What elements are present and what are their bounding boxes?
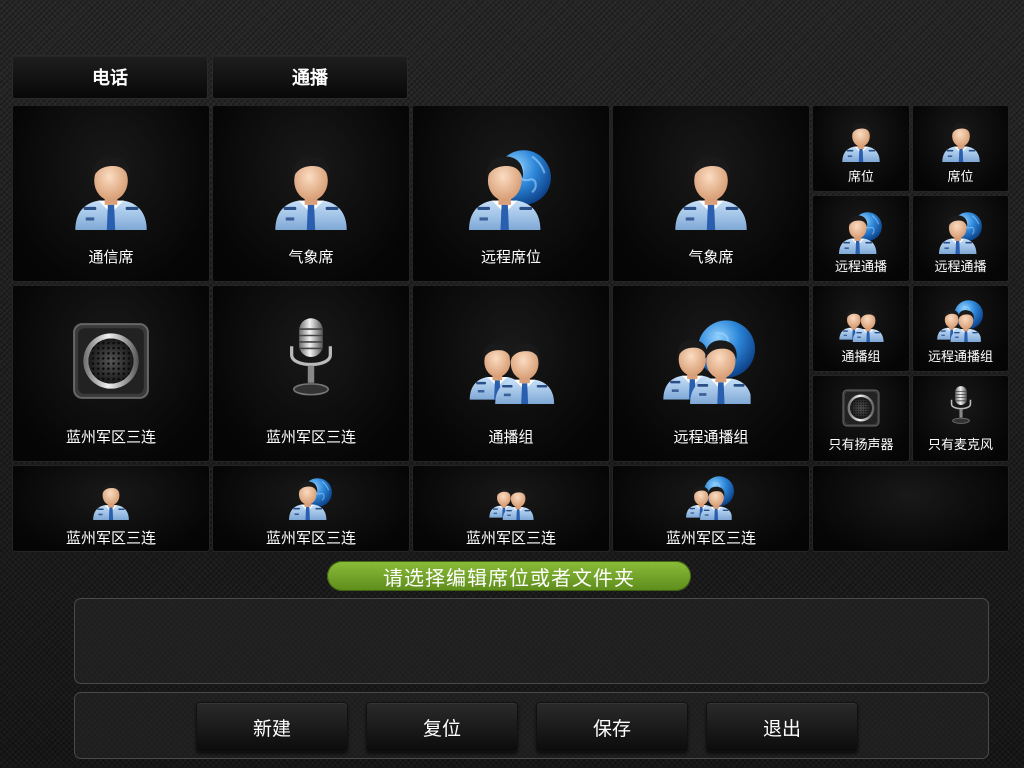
seat-label: 席位 bbox=[847, 170, 874, 185]
seat-label: 气象席 bbox=[688, 248, 734, 266]
seat-label: 远程通播 bbox=[934, 260, 987, 275]
officer-icon bbox=[69, 146, 153, 230]
seat-microphone[interactable]: 蓝州军区三连 bbox=[212, 285, 410, 462]
microphone-icon bbox=[268, 314, 354, 400]
officer-icon bbox=[939, 118, 983, 162]
remote-officer-icon bbox=[837, 210, 885, 254]
tab-phone[interactable]: 电话 bbox=[12, 55, 208, 99]
seat-label: 蓝州军区三连 bbox=[265, 428, 356, 446]
reset-button-label: 复位 bbox=[422, 717, 461, 740]
seat-label: 通播组 bbox=[841, 350, 881, 365]
remote-group-icon bbox=[663, 316, 759, 404]
folder-cell-1[interactable]: 蓝州军区三连 bbox=[12, 465, 210, 552]
group-icon bbox=[487, 476, 535, 520]
seat-label: 蓝州军区三连 bbox=[465, 529, 556, 547]
seat-label: 远程通播 bbox=[834, 260, 887, 275]
folder-cell-2[interactable]: 蓝州军区三连 bbox=[212, 465, 410, 552]
seat-label: 气象席 bbox=[288, 248, 334, 266]
folder-cell-3[interactable]: 蓝州军区三连 bbox=[412, 465, 610, 552]
exit-button[interactable]: 退出 bbox=[706, 702, 858, 752]
seat-label: 蓝州军区三连 bbox=[65, 428, 156, 446]
remote-group-icon bbox=[686, 474, 736, 520]
tab-phone-label: 电话 bbox=[92, 68, 128, 89]
remote-officer-icon bbox=[287, 476, 335, 520]
group-icon bbox=[465, 320, 557, 404]
hint-banner: 请选择编辑席位或者文件夹 bbox=[327, 561, 691, 591]
tab-broadcast[interactable]: 通播 bbox=[212, 55, 408, 99]
folder-cell-4[interactable]: 蓝州军区三连 bbox=[612, 465, 810, 552]
seat-label: 只有麦克风 bbox=[927, 438, 993, 453]
seat-label: 席位 bbox=[947, 170, 974, 185]
seat-label: 远程席位 bbox=[480, 248, 541, 266]
seat-label: 通信席 bbox=[88, 248, 134, 266]
tab-broadcast-label: 通播 bbox=[292, 68, 328, 89]
seat-label: 只有扬声器 bbox=[828, 438, 894, 453]
small-group[interactable]: 通播组 bbox=[812, 285, 910, 372]
seat-weather-2[interactable]: 气象席 bbox=[612, 105, 810, 282]
save-button-label: 保存 bbox=[592, 717, 631, 740]
small-speaker-only[interactable]: 只有扬声器 bbox=[812, 375, 910, 462]
microphone-icon bbox=[940, 384, 982, 426]
empty-cell[interactable] bbox=[812, 465, 1009, 552]
seat-speaker[interactable]: 蓝州军区三连 bbox=[12, 285, 210, 462]
small-remote-broadcast-2[interactable]: 远程通播 bbox=[912, 195, 1009, 282]
exit-button-label: 退出 bbox=[762, 717, 801, 740]
small-remote-broadcast-1[interactable]: 远程通播 bbox=[812, 195, 910, 282]
small-seat-1[interactable]: 席位 bbox=[812, 105, 910, 192]
seat-label: 通播组 bbox=[488, 428, 534, 446]
group-icon bbox=[837, 298, 885, 342]
seat-group[interactable]: 通播组 bbox=[412, 285, 610, 462]
speaker-icon bbox=[841, 388, 881, 428]
seat-weather[interactable]: 气象席 bbox=[212, 105, 410, 282]
seat-label: 远程通播组 bbox=[673, 428, 749, 446]
new-button-label: 新建 bbox=[252, 717, 291, 740]
seat-label: 蓝州军区三连 bbox=[665, 529, 756, 547]
officer-icon bbox=[269, 146, 353, 230]
officer-icon bbox=[669, 146, 753, 230]
remote-officer-icon bbox=[466, 146, 556, 230]
officer-icon bbox=[839, 118, 883, 162]
small-remote-group[interactable]: 远程通播组 bbox=[912, 285, 1009, 372]
seat-label: 蓝州军区三连 bbox=[65, 529, 156, 547]
seat-remote-group[interactable]: 远程通播组 bbox=[612, 285, 810, 462]
seat-comm[interactable]: 通信席 bbox=[12, 105, 210, 282]
new-button[interactable]: 新建 bbox=[196, 702, 348, 752]
small-mic-only[interactable]: 只有麦克风 bbox=[912, 375, 1009, 462]
small-seat-2[interactable]: 席位 bbox=[912, 105, 1009, 192]
seat-label: 蓝州军区三连 bbox=[265, 529, 356, 547]
seat-remote[interactable]: 远程席位 bbox=[412, 105, 610, 282]
speaker-icon bbox=[70, 320, 152, 402]
edit-panel[interactable] bbox=[74, 598, 989, 684]
remote-officer-icon bbox=[937, 210, 985, 254]
seat-label: 远程通播组 bbox=[927, 350, 993, 365]
reset-button[interactable]: 复位 bbox=[366, 702, 518, 752]
officer-icon bbox=[90, 478, 132, 520]
hint-text: 请选择编辑席位或者文件夹 bbox=[383, 565, 635, 590]
save-button[interactable]: 保存 bbox=[536, 702, 688, 752]
remote-group-icon bbox=[936, 298, 986, 342]
